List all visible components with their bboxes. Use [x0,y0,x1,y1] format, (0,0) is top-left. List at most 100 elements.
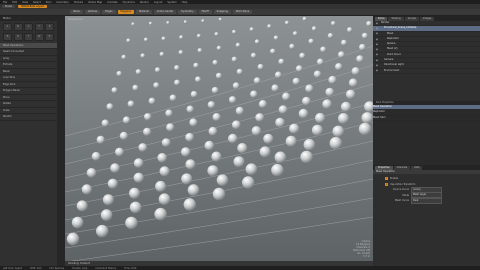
tool-icon[interactable]: T [34,23,44,31]
visibility-eye-icon[interactable]: ◉ [375,43,379,46]
sphere-instance [181,173,193,185]
sphere-instance [115,147,124,157]
toolbar-button-polygons[interactable]: Polygons [117,10,135,14]
sphere-instance [298,108,309,119]
checkbox[interactable]: ✓ [385,177,388,181]
visibility-eye-icon[interactable]: ◉ [375,32,379,35]
toolbar-button-work-plane[interactable]: Work Plane [232,10,253,14]
sphere-instance [242,176,255,189]
tab-channels[interactable]: Channels [393,166,411,170]
shading-label: Shading: Default [68,262,90,265]
sphere-instance [155,180,167,192]
tool-icon[interactable]: W [34,32,44,41]
window-title[interactable]: MODO Beta Layout [18,4,48,9]
sphere-instance [211,151,222,162]
toolbar-button-snapping[interactable]: Snapping [213,10,231,14]
toolbar-button-items[interactable]: Items [70,10,83,14]
tree-item-label: Mesh [387,31,394,35]
sphere-instance [311,124,323,136]
toolbar-button-action-center[interactable]: Action Center [153,10,177,14]
tab-lists[interactable]: Lists [411,166,423,170]
properties-form: ✓ Enable ✓ Use Action Transform Source Curve… [373,174,480,204]
sphere-instance [237,143,248,154]
sphere-instance [166,123,175,132]
sphere-instance [245,163,258,175]
visibility-eye-icon[interactable]: ◉ [375,64,379,67]
toolbar-button-vertices[interactable]: Vertices [84,10,101,14]
sphere-instance [71,216,84,229]
tool-icon[interactable]: S [3,23,12,31]
sphere-instance [185,159,196,170]
sphere-instance [212,187,226,201]
sphere-instance [187,184,200,196]
view-label[interactable]: Perspective [68,18,83,21]
toolbar-button-material[interactable]: Material [136,10,152,14]
toolbar-button-falloff[interactable]: Falloff [198,10,212,14]
sphere-instance [267,24,272,29]
sphere-instance [273,35,279,41]
sphere-instance [169,94,177,102]
tool-icon[interactable]: R [13,32,23,41]
sphere-instance [253,77,261,84]
sphere-instance [100,209,113,221]
tree-item-label: Camera [384,58,394,62]
sphere-instance [91,151,101,161]
sphere-instance [255,113,265,122]
tab-images[interactable]: Images [419,17,435,21]
tool-list-item[interactable]: Stretch [0,114,57,121]
sphere-instance [303,138,316,151]
sphere-instance [154,207,167,221]
visibility-eye-icon[interactable]: ◉ [375,59,379,62]
sphere-instance [289,43,295,50]
visibility-eye-icon[interactable]: ◉ [375,69,379,72]
sphere-instance [236,68,243,75]
tool-icon[interactable]: B [3,32,12,41]
list-item[interactable]: Mesh Item [373,116,480,121]
visibility-eye-icon[interactable]: ◉ [375,48,379,51]
sphere-instance [126,38,131,43]
sphere-instance [174,79,181,86]
sphere-instance [258,100,267,109]
visibility-eye-icon[interactable]: ◉ [375,38,379,41]
layout-tab[interactable]: Model [2,4,16,9]
tool-icon[interactable]: C [24,23,33,31]
sphere-instance [143,127,152,136]
sphere-instance [174,65,180,71]
sphere-instance [320,46,327,53]
toolbar-button-edges[interactable]: Edges [102,10,116,14]
sphere-instance [116,70,122,77]
tab-groups[interactable]: Groups [404,17,419,21]
tool-icon[interactable]: E [45,32,54,41]
visibility-eye-icon[interactable]: ◉ [375,53,379,56]
tree-item[interactable]: ◉ Environment [373,69,480,74]
visibility-eye-icon[interactable]: ◉ [375,22,379,25]
viewport-canvas[interactable] [64,16,376,263]
sphere-instance [101,119,109,127]
sphere-instance [96,224,109,238]
tool-icon[interactable]: T [24,32,33,41]
status-bar: Left Click: Select Shift: Add Ctrl: Remove… [0,266,480,270]
3d-viewport[interactable]: Perspective 1 Items 16 Polygons Channels: … [64,16,376,263]
sphere-instance [148,21,153,25]
tool-icon[interactable]: B [13,23,23,31]
sphere-instance [348,78,358,88]
status-text: Time: 0.00 [124,266,137,270]
sphere-instance [263,133,274,144]
checkbox[interactable]: ✓ [385,182,388,186]
sphere-instance [207,165,219,177]
sphere-instance [201,19,205,23]
tab-shading[interactable]: Shading [388,17,404,21]
tool-icon[interactable]: P [45,23,54,31]
property-field[interactable]: Dual [411,197,442,204]
visibility-eye-icon[interactable]: ◉ [375,27,379,30]
sphere-instance [86,168,97,178]
sphere-instance [212,113,221,122]
sphere-instance [351,67,360,76]
property-label: Enable [390,177,399,181]
sphere-instance [361,32,368,39]
sphere-instance [228,133,238,144]
sphere-instance [133,158,144,168]
sphere-instance [127,100,135,108]
toolbar-button-symmetry[interactable]: Symmetry [178,10,197,14]
sphere-instance [315,112,326,124]
